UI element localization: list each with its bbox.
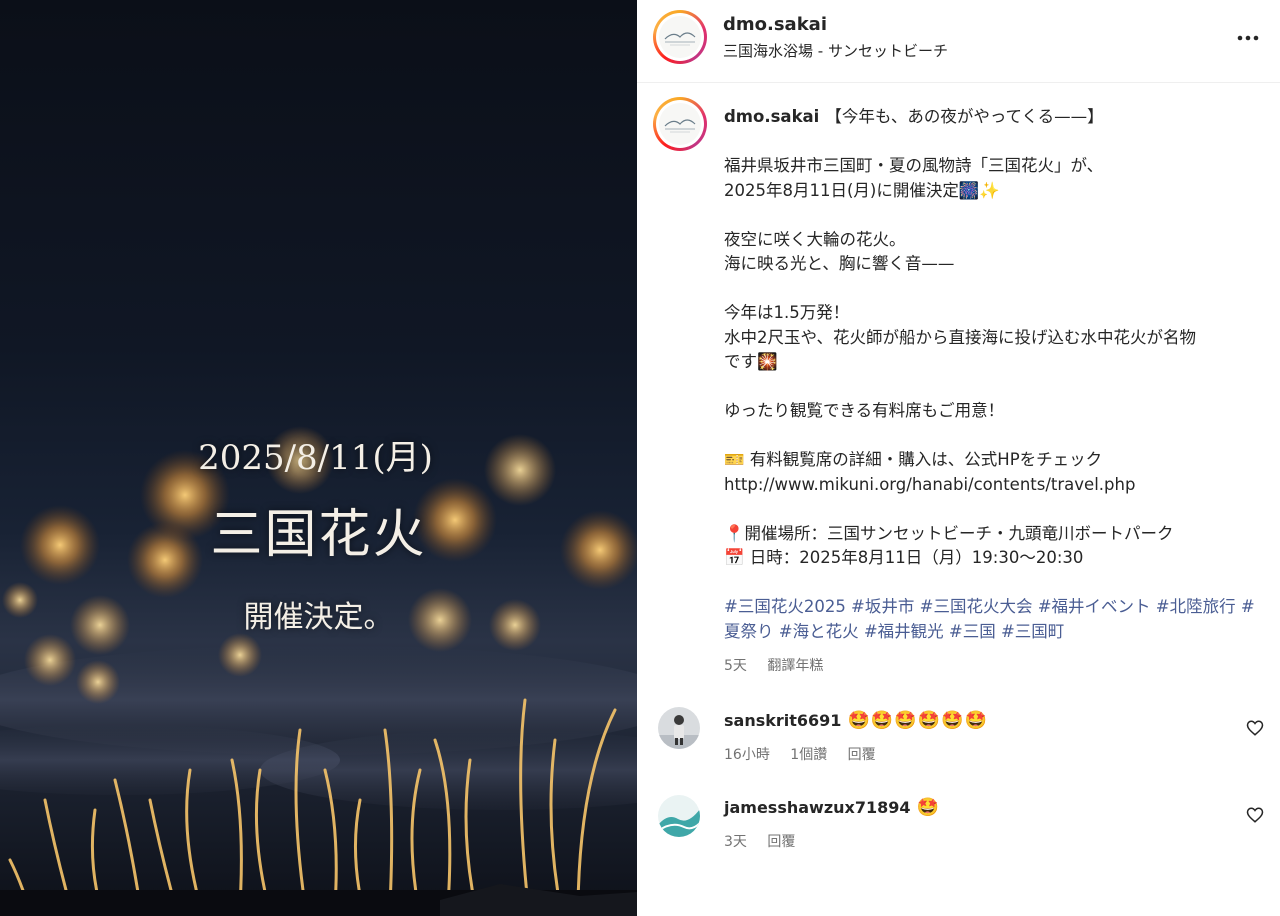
comment-meta: 3天 回覆 xyxy=(724,831,811,851)
caption-line: 📅 日時：2025年8月11日（月）19:30〜20:30 xyxy=(724,548,1084,567)
heart-icon[interactable] xyxy=(1246,806,1264,824)
post-header: dmo.sakai 三国海水浴場 - サンセットビーチ xyxy=(637,0,1280,83)
caption-line: 福井県坂井市三国町・夏の風物詩「三国花火」が、 xyxy=(724,156,1104,175)
caption-line: 🎫 有料観覧席の詳細・購入は、公式HPをチェック xyxy=(724,450,1103,469)
comment-time[interactable]: 3天 xyxy=(724,834,747,850)
person-photo-icon xyxy=(658,707,700,749)
reply-button[interactable]: 回覆 xyxy=(767,834,795,850)
comment-text: 🤩🤩🤩🤩🤩🤩 xyxy=(847,710,988,731)
profile-avatar[interactable] xyxy=(653,10,707,64)
dmo-logo-icon xyxy=(659,16,701,58)
comment-username[interactable]: sanskrit6691 xyxy=(724,711,841,730)
caption-line: 水中2尺玉や、花火師が船から直接海に投げ込む水中花火が名物 xyxy=(724,327,1197,347)
caption-line: 海に映る光と、胸に響く音—— xyxy=(724,254,955,273)
comment-time[interactable]: 16小時 xyxy=(724,747,770,763)
comment-body: sanskrit6691 🤩🤩🤩🤩🤩🤩 xyxy=(724,710,988,731)
caption-line: 2025年8月11日(月)に開催決定🎆✨ xyxy=(724,180,1000,200)
caption-line: です🎇 xyxy=(724,352,778,371)
overlay-subtitle: 開催決定。 xyxy=(243,600,394,635)
comment-username[interactable]: jamesshawzux71894 xyxy=(724,798,911,817)
comment-meta: 16小時 1個讚 回覆 xyxy=(724,744,892,764)
header-username[interactable]: dmo.sakai xyxy=(723,14,827,35)
comment-body: jamesshawzux71894 🤩 xyxy=(724,797,940,818)
caption-line: 今年は1.5万発！ xyxy=(724,303,850,322)
comment-likes[interactable]: 1個讚 xyxy=(790,747,827,763)
caption-time[interactable]: 5天 xyxy=(724,658,747,674)
post-sidebar: dmo.sakai 三国海水浴場 - サンセットビーチ dmo.sakai 【今… xyxy=(637,0,1280,916)
caption-line: 📍開催場所：三国サンセットビーチ・九頭竜川ボートパーク xyxy=(724,523,1174,543)
overlay-title: 三国花火 xyxy=(210,505,427,565)
commenter-avatar[interactable] xyxy=(658,795,700,837)
caption-line: 夜空に咲く大輪の花火。 xyxy=(724,229,906,249)
caption-username[interactable]: dmo.sakai xyxy=(724,107,819,126)
caption-line: 【今年も、あの夜がやってくる——】 xyxy=(825,107,1104,126)
post-media-image[interactable]: 2025/8/11(月) 三国花火 開催決定。 xyxy=(0,0,637,916)
overlay-date: 2025/8/11(月) xyxy=(198,438,433,478)
caption-link[interactable]: http://www.mikuni.org/hanabi/contents/tr… xyxy=(724,473,1264,498)
caption-avatar[interactable] xyxy=(653,97,707,151)
heart-icon[interactable] xyxy=(1246,719,1264,737)
reply-button[interactable]: 回覆 xyxy=(848,747,876,763)
translate-button[interactable]: 翻譯年糕 xyxy=(767,658,823,674)
comment-text: 🤩 xyxy=(916,797,940,818)
header-location[interactable]: 三国海水浴場 - サンセットビーチ xyxy=(723,40,948,61)
caption-hashtags[interactable]: #三国花火2025 #坂井市 #三国花火大会 #福井イベント #北陸旅行 #夏祭… xyxy=(724,595,1264,644)
caption-line: ゆったり観覧できる有料席もご用意！ xyxy=(724,401,1005,420)
caption-meta: 5天 翻譯年糕 xyxy=(724,655,823,675)
caption-text: dmo.sakai 【今年も、あの夜がやってくる——】 福井県坂井市三国町・夏の風… xyxy=(724,105,1264,644)
more-options-button[interactable] xyxy=(1234,24,1262,52)
ocean-photo-icon xyxy=(658,795,700,837)
commenter-avatar[interactable] xyxy=(658,707,700,749)
more-horizontal-icon xyxy=(1237,35,1259,41)
dmo-logo-icon xyxy=(659,103,701,145)
